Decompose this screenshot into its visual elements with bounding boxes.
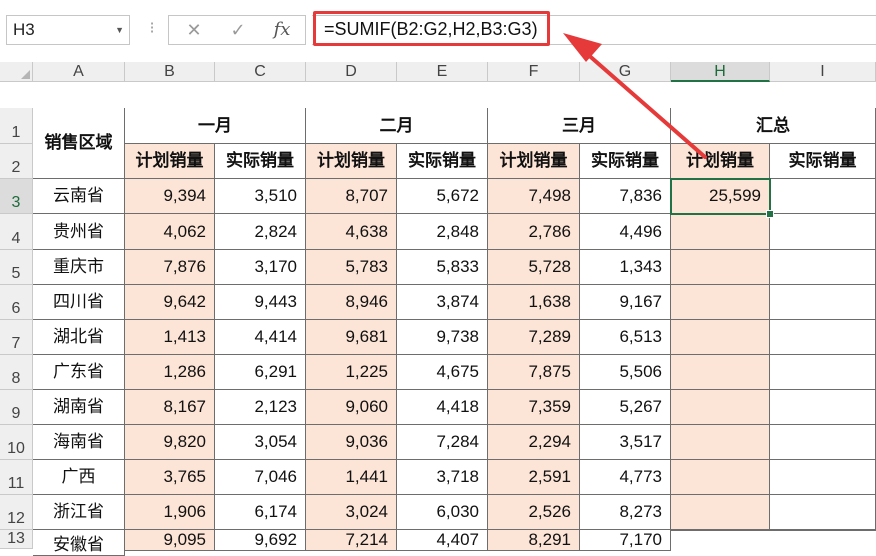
- arrow-shaft: [583, 50, 707, 159]
- arrow-head: [563, 33, 602, 62]
- annotation-arrow: [563, 33, 707, 159]
- active-cell-selection: [670, 178, 771, 215]
- fill-handle[interactable]: [766, 210, 774, 218]
